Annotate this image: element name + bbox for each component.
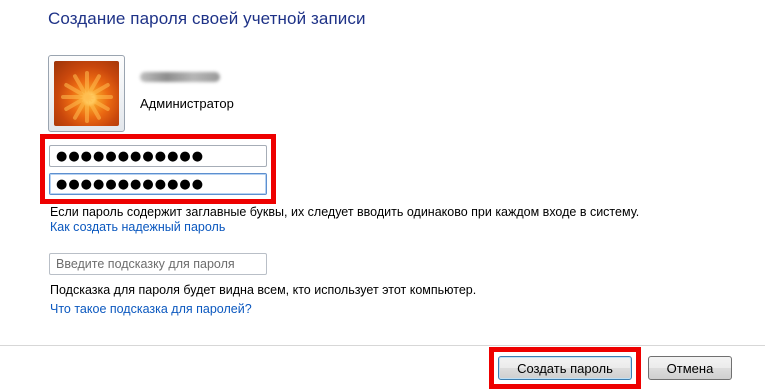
account-type-label: Администратор <box>140 96 234 111</box>
cancel-button[interactable]: Отмена <box>648 356 732 380</box>
hint-visibility-note: Подсказка для пароля будет видна всем, к… <box>50 283 477 297</box>
new-password-field[interactable] <box>49 145 267 167</box>
page-title: Создание пароля своей учетной записи <box>48 9 366 28</box>
user-avatar <box>48 55 125 132</box>
strong-password-link[interactable]: Как создать надежный пароль <box>50 220 225 234</box>
flower-avatar-icon <box>54 61 119 126</box>
blurred-username <box>140 72 220 82</box>
confirm-password-field[interactable] <box>49 173 267 195</box>
what-is-hint-link[interactable]: Что такое подсказка для паролей? <box>50 302 252 316</box>
create-password-button[interactable]: Создать пароль <box>498 356 632 380</box>
footer-divider <box>0 345 765 346</box>
case-sensitivity-note: Если пароль содержит заглавные буквы, их… <box>50 205 640 219</box>
password-hint-input[interactable] <box>49 253 267 275</box>
